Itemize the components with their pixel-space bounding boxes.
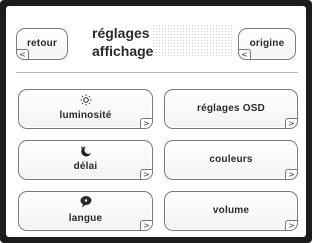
luminosity-button[interactable]: luminosité > [18,89,153,129]
volume-arrow-icon: > [285,220,298,231]
moon-icon [80,146,91,157]
page-title-line1: réglages [92,25,150,41]
back-arrow-icon: < [16,49,29,60]
volume-button[interactable]: volume > [164,191,298,231]
screen: retour < réglages affichage origine < lu… [6,6,306,237]
header-divider [16,72,298,73]
colors-arrow-icon: > [285,169,298,180]
back-button-label: retour [26,38,58,49]
language-label: langue [68,213,103,224]
volume-label: volume [212,205,250,216]
origin-arrow-icon: < [238,49,251,60]
origin-button-label: origine [249,38,285,49]
language-button[interactable]: langue > [18,191,153,231]
sun-icon [80,94,91,106]
delay-button[interactable]: délai > [18,140,153,180]
osd-settings-arrow-icon: > [285,118,298,129]
colors-label: couleurs [209,154,253,165]
page-title-line2: affichage [92,43,154,59]
osd-settings-button[interactable]: réglages OSD > [164,89,298,129]
colors-button[interactable]: couleurs > [164,140,298,180]
delay-arrow-icon: > [140,169,153,180]
luminosity-label: luminosité [59,110,112,121]
device-frame: retour < réglages affichage origine < lu… [0,0,312,243]
title-texture [152,24,232,58]
page-title: réglages affichage [92,24,153,60]
origin-button[interactable]: origine < [238,28,296,60]
luminosity-arrow-icon: > [140,118,153,129]
back-button[interactable]: retour < [16,28,68,60]
language-arrow-icon: > [140,220,153,231]
delay-label: délai [73,161,98,172]
osd-settings-label: réglages OSD [197,103,265,114]
speech-bubble-icon [80,196,91,208]
